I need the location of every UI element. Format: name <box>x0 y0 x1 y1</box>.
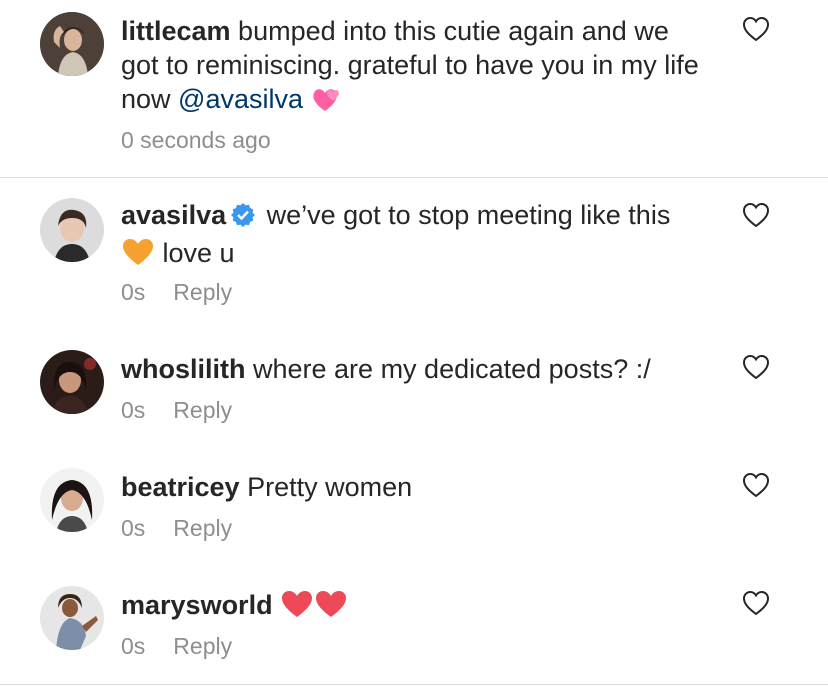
avatar-avasilva[interactable] <box>40 198 104 262</box>
reply-button[interactable]: Reply <box>173 279 232 305</box>
bottom-divider <box>0 684 828 685</box>
comment-timestamp: 0s <box>121 633 146 659</box>
comment-username[interactable]: whoslilith <box>121 354 246 384</box>
comment-timestamp: 0s <box>121 397 146 423</box>
comment-text: beatricey Pretty women <box>121 470 711 504</box>
orange-heart-emoji <box>121 237 155 275</box>
comment-timestamp: 0s <box>121 279 146 305</box>
comment-meta: 0s Reply <box>121 632 232 660</box>
caption-like-heart-icon[interactable] <box>742 16 770 42</box>
post-caption: littlecam bumped into this cutie again a… <box>0 0 828 178</box>
comment-meta: 0s Reply <box>121 278 232 306</box>
avatar-marysworld[interactable] <box>40 586 104 650</box>
red-heart-emoji <box>314 589 348 627</box>
comment-username[interactable]: marysworld <box>121 590 273 620</box>
avatar-beatricey[interactable] <box>40 468 104 532</box>
reply-button[interactable]: Reply <box>173 397 232 423</box>
avatar-whoslilith[interactable] <box>40 350 104 414</box>
caption-timestamp: 0 seconds ago <box>121 127 271 153</box>
comment-body: where are my dedicated posts? :/ <box>245 354 651 384</box>
comment-username[interactable]: avasilva <box>121 200 226 230</box>
comment-body: Pretty women <box>239 472 413 502</box>
comment-username[interactable]: beatricey <box>121 472 240 502</box>
comment-body: we’ve got to stop meeting like this <box>259 200 671 230</box>
reply-button[interactable]: Reply <box>173 633 232 659</box>
red-heart-emoji <box>280 589 314 627</box>
avatar-littlecam[interactable] <box>40 12 104 76</box>
comment-meta: 0s Reply <box>121 514 232 542</box>
comment-body-end: love u <box>155 238 235 268</box>
verified-badge-icon <box>230 202 256 236</box>
comment-meta: 0s Reply <box>121 396 232 424</box>
like-heart-icon[interactable] <box>742 590 770 616</box>
comment-text: avasilva we’ve got to stop meeting like … <box>121 198 711 275</box>
caption-divider <box>0 177 828 178</box>
like-heart-icon[interactable] <box>742 472 770 498</box>
like-heart-icon[interactable] <box>742 202 770 228</box>
caption-username[interactable]: littlecam <box>121 16 231 46</box>
like-heart-icon[interactable] <box>742 354 770 380</box>
comment-timestamp: 0s <box>121 515 146 541</box>
two-hearts-emoji <box>311 85 343 121</box>
caption-text: littlecam bumped into this cutie again a… <box>121 14 711 121</box>
mention-link[interactable]: @avasilva <box>178 84 303 114</box>
comment-text: whoslilith where are my dedicated posts?… <box>121 352 711 386</box>
comment-text: marysworld <box>121 588 711 627</box>
reply-button[interactable]: Reply <box>173 515 232 541</box>
